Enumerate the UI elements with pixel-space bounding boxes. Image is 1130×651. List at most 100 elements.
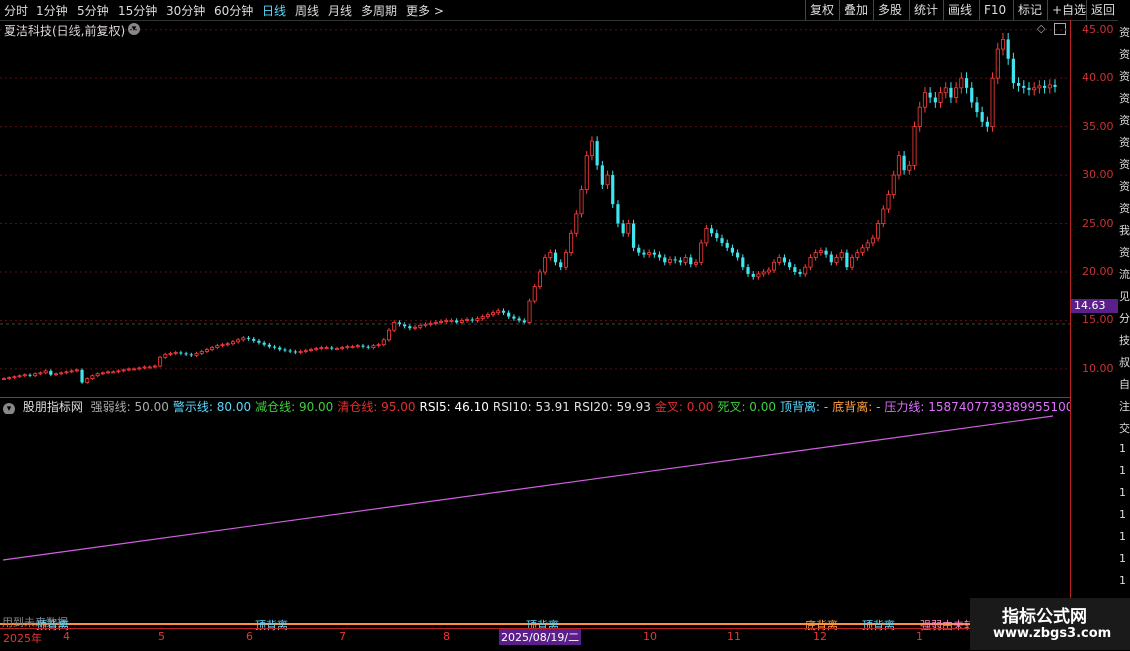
candle-body	[418, 324, 423, 328]
right-strip-char: 资	[1119, 246, 1130, 259]
indicator-name: 股朋指标网	[22, 400, 83, 414]
right-strip-char: 资	[1119, 158, 1130, 171]
date-label: 11	[727, 630, 741, 643]
candle-body	[761, 271, 766, 275]
period-tab-1min[interactable]: 1分钟	[36, 2, 68, 19]
overlay-button[interactable]: 叠加	[839, 0, 872, 20]
candle-body	[693, 261, 698, 265]
more-menu[interactable]: 更多 >	[406, 2, 444, 19]
candle-body	[470, 319, 474, 321]
candle-body	[22, 374, 27, 377]
candle-body	[507, 312, 511, 317]
candle-body	[870, 237, 875, 244]
candle-body	[600, 165, 604, 185]
right-strip-char: 1	[1119, 442, 1126, 455]
candle-body	[210, 347, 215, 350]
site-url: www.zbgs3.com	[993, 626, 1112, 641]
period-tab-weekly[interactable]: 周线	[295, 2, 319, 19]
candle-body	[184, 353, 188, 355]
period-tab-daily[interactable]: 日线	[262, 2, 286, 19]
candle-body	[818, 250, 823, 254]
period-tab-15min[interactable]: 15分钟	[118, 2, 157, 19]
indicator-field: 警示线: 80.00	[172, 400, 252, 414]
candle-body	[439, 321, 444, 323]
candle-body	[1011, 58, 1015, 83]
candle-body	[673, 259, 677, 261]
candle-body	[1027, 87, 1031, 90]
candle-body	[455, 320, 459, 323]
candle-body	[579, 189, 584, 215]
candle-body	[964, 78, 969, 88]
candle-body	[314, 348, 319, 350]
candle-body	[563, 252, 568, 268]
indicator-field: 死叉: 0.00	[717, 400, 777, 414]
period-tab-5min[interactable]: 5分钟	[77, 2, 109, 19]
date-label: 2025年	[3, 632, 42, 645]
right-strip-char: 交	[1119, 422, 1130, 435]
period-tab-multi[interactable]: 多周期	[361, 2, 397, 19]
candle-body	[308, 349, 313, 351]
period-tab-30min[interactable]: 30分钟	[166, 2, 205, 19]
period-tab-分时[interactable]: 分时	[4, 2, 28, 19]
candle-body	[865, 242, 870, 249]
candle-body	[158, 356, 163, 367]
right-strip-char: 1	[1119, 574, 1126, 587]
period-tab-60min[interactable]: 60分钟	[214, 2, 253, 19]
candle-body	[366, 346, 370, 348]
candle-body	[902, 155, 906, 171]
candle-body	[922, 92, 927, 108]
candle-body	[340, 347, 345, 350]
candle-body	[543, 257, 548, 273]
candle-body	[278, 347, 282, 350]
period-tab-monthly[interactable]: 月线	[328, 2, 352, 19]
candle-body	[860, 247, 865, 254]
candle-body	[49, 370, 53, 375]
candle-body	[142, 366, 147, 369]
f10-button[interactable]: F10	[979, 0, 1010, 20]
candle-body	[147, 366, 152, 369]
candlestick-chart[interactable]	[0, 20, 1070, 398]
candle-body	[881, 208, 886, 224]
candle-body	[1022, 85, 1026, 88]
candle-body	[433, 321, 438, 324]
candle-body	[408, 326, 412, 329]
candle-body	[38, 372, 43, 375]
candle-body	[850, 257, 855, 268]
candle-body	[152, 365, 157, 368]
candle-body	[584, 155, 589, 191]
mark-button[interactable]: 标记	[1013, 0, 1046, 20]
indicator-field: RSI10: 53.91	[492, 400, 570, 414]
crosshair-date: 2025/08/19/二	[499, 629, 582, 645]
right-strip-char: 资	[1119, 70, 1130, 83]
multi-stock-button[interactable]: 多股	[873, 0, 906, 20]
back-button[interactable]: 返回	[1086, 0, 1119, 20]
candle-body	[74, 369, 79, 372]
indicator-field: 强弱线: 50.00	[90, 400, 169, 414]
candle-body	[204, 349, 209, 352]
candle-body	[334, 348, 339, 350]
candle-body	[330, 347, 334, 349]
stats-button[interactable]: 统计	[909, 0, 942, 20]
add-watchlist-button[interactable]: +自选	[1047, 0, 1090, 20]
right-strip-char: 叔	[1119, 356, 1130, 369]
candle-body	[246, 337, 251, 339]
indicator-field: RSI5: 46.10	[419, 400, 489, 414]
right-strip-char: 分	[1119, 312, 1130, 325]
chevron-down-icon[interactable]: ▾	[3, 403, 15, 414]
right-strip-char: 资	[1119, 48, 1130, 61]
draw-line-button[interactable]: 画线	[943, 0, 976, 20]
indicator-chart[interactable]	[0, 414, 1070, 628]
adjust-button[interactable]: 复权	[805, 0, 838, 20]
candle-body	[647, 252, 652, 255]
candle-body	[589, 140, 594, 157]
right-strip-char: 注	[1119, 400, 1130, 413]
candle-body	[605, 174, 610, 186]
candle-body	[137, 367, 142, 370]
candle-body	[1000, 38, 1005, 50]
candle-body	[168, 353, 173, 355]
candle-body	[683, 257, 688, 263]
site-title: 指标公式网	[1002, 607, 1087, 627]
candle-body	[345, 346, 350, 349]
candle-body	[642, 252, 646, 255]
indicator-field: 清仓线: 95.00	[337, 400, 416, 414]
